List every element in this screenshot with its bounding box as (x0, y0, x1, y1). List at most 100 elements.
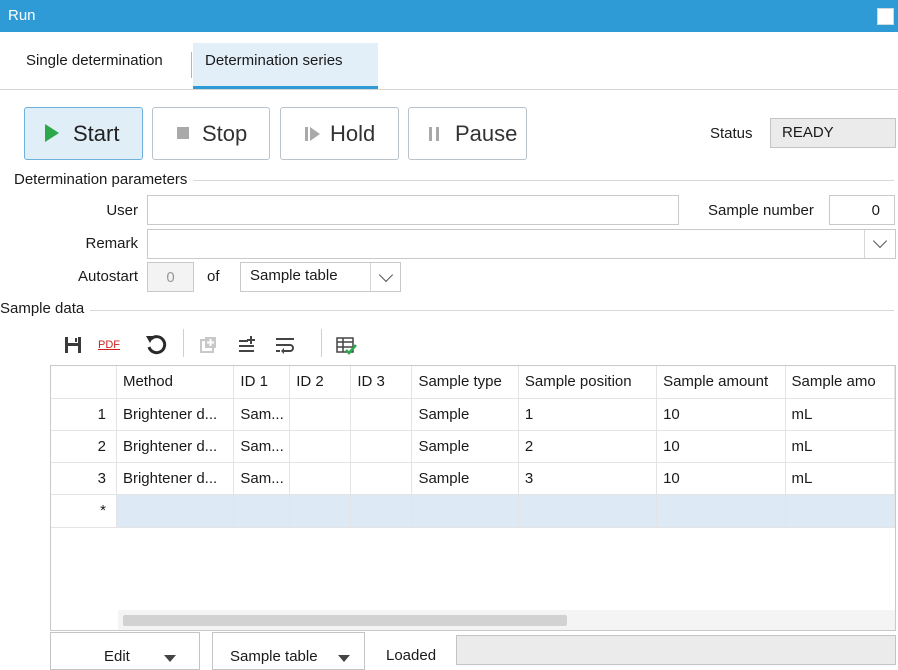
cell-method[interactable]: Brightener d... (116, 430, 235, 463)
hold-icon (305, 127, 323, 141)
cell-sample-amount-unit[interactable]: mL (785, 430, 895, 463)
cell-sample-amount-unit[interactable]: mL (785, 398, 895, 431)
stop-icon (177, 127, 189, 139)
cell-id2[interactable] (289, 462, 352, 495)
cell-id3[interactable] (350, 462, 413, 495)
cell-id3[interactable] (350, 494, 413, 528)
dropdown-divider (864, 230, 865, 258)
user-label: User (106, 202, 138, 219)
cell-id3[interactable] (350, 398, 413, 431)
cell-sample-position[interactable]: 1 (518, 398, 658, 431)
cell-id2[interactable] (289, 494, 352, 528)
new-row-marker: * (51, 494, 117, 528)
sample-table-grid[interactable]: Method ID 1 ID 2 ID 3 Sample type Sample… (50, 365, 896, 631)
cell-sample-amount[interactable]: 10 (656, 462, 786, 495)
loaded-field (456, 635, 896, 665)
cell-id2[interactable] (289, 398, 352, 431)
autostart-count-field[interactable]: 0 (147, 262, 194, 292)
column-header-id1[interactable]: ID 1 (233, 366, 291, 399)
scrollbar-thumb[interactable] (123, 615, 567, 626)
column-header-method[interactable]: Method (116, 366, 235, 399)
row-number: 1 (51, 398, 117, 431)
wrap-lines-icon[interactable] (272, 332, 298, 358)
cell-sample-type[interactable] (411, 494, 519, 528)
column-header-id2[interactable]: ID 2 (289, 366, 352, 399)
column-header-id3[interactable]: ID 3 (350, 366, 413, 399)
column-header-sample-amount[interactable]: Sample amount (656, 366, 786, 399)
pdf-export-icon[interactable]: PDF (98, 332, 132, 358)
cell-sample-amount-unit[interactable] (785, 494, 895, 528)
cell-id1[interactable]: Sam... (233, 462, 291, 495)
autostart-source-combobox[interactable]: Sample table (240, 262, 401, 292)
tab-determination-series[interactable]: Determination series (193, 43, 378, 89)
column-header[interactable] (51, 366, 117, 399)
cell-sample-position[interactable]: 2 (518, 430, 658, 463)
cell-sample-amount[interactable]: 10 (656, 398, 786, 431)
status-label: Status (710, 125, 753, 142)
column-header-sample-position[interactable]: Sample position (518, 366, 658, 399)
start-button[interactable]: Start (24, 107, 143, 160)
caret-down-icon (338, 655, 350, 662)
table-row[interactable]: 3 Brightener d... Sam... Sample 3 10 mL (51, 462, 895, 495)
sample-data-heading: Sample data (0, 300, 91, 317)
row-number: 3 (51, 462, 117, 495)
tab-divider (191, 52, 192, 78)
new-row[interactable]: * (51, 494, 895, 528)
hold-button[interactable]: Hold (280, 107, 399, 160)
cell-sample-amount[interactable]: 10 (656, 430, 786, 463)
cell-method[interactable] (116, 494, 235, 528)
autostart-source-value: Sample table (250, 267, 338, 284)
cell-id2[interactable] (289, 430, 352, 463)
insert-row-icon[interactable] (195, 332, 221, 358)
save-icon[interactable] (60, 332, 86, 358)
edit-menu-button[interactable]: Edit (50, 632, 200, 670)
tab-single-determination[interactable]: Single determination (14, 43, 194, 89)
section-divider (14, 310, 894, 311)
stop-label: Stop (202, 121, 248, 146)
start-label: Start (73, 121, 120, 146)
table-row[interactable]: 2 Brightener d... Sam... Sample 2 10 mL (51, 430, 895, 463)
user-field[interactable] (147, 195, 679, 225)
pause-button[interactable]: Pause (408, 107, 527, 160)
cell-sample-type[interactable]: Sample (411, 462, 519, 495)
tab-label: Single determination (26, 52, 163, 69)
caret-down-icon (164, 655, 176, 662)
column-header-sample-amount-unit[interactable]: Sample amo (785, 366, 895, 399)
cell-id3[interactable] (350, 430, 413, 463)
cell-method[interactable]: Brightener d... (116, 398, 235, 431)
sample-number-field[interactable]: 0 (829, 195, 895, 225)
cell-sample-type[interactable]: Sample (411, 430, 519, 463)
pause-label: Pause (455, 121, 518, 146)
cell-id1[interactable]: Sam... (233, 398, 291, 431)
remark-label: Remark (85, 235, 138, 252)
table-check-icon[interactable] (333, 332, 359, 358)
tab-label: Determination series (205, 52, 343, 69)
chevron-down-icon[interactable] (378, 267, 394, 283)
table-header-row: Method ID 1 ID 2 ID 3 Sample type Sample… (51, 366, 895, 399)
cell-method[interactable]: Brightener d... (116, 462, 235, 495)
autostart-count-value: 0 (166, 269, 175, 286)
toolbar-divider (183, 329, 184, 357)
cell-sample-position[interactable]: 3 (518, 462, 658, 495)
undo-icon[interactable] (143, 332, 169, 358)
cell-sample-position[interactable] (518, 494, 658, 528)
row-number: 2 (51, 430, 117, 463)
cell-id1[interactable] (233, 494, 291, 528)
hold-label: Hold (330, 121, 376, 146)
edit-label: Edit (104, 648, 130, 665)
of-label: of (207, 268, 220, 285)
maximize-button[interactable] (877, 8, 894, 25)
horizontal-scrollbar[interactable] (118, 610, 895, 630)
table-row[interactable]: 1 Brightener d... Sam... Sample 1 10 mL (51, 398, 895, 431)
cell-id1[interactable]: Sam... (233, 430, 291, 463)
column-header-sample-type[interactable]: Sample type (411, 366, 519, 399)
sample-table-menu-button[interactable]: Sample table (212, 632, 365, 670)
pdf-label: PDF (98, 339, 120, 351)
chevron-down-icon[interactable] (872, 233, 888, 249)
add-lines-icon[interactable] (234, 332, 260, 358)
stop-button[interactable]: Stop (152, 107, 270, 160)
remark-combobox[interactable] (147, 229, 896, 259)
cell-sample-amount[interactable] (656, 494, 786, 528)
cell-sample-amount-unit[interactable]: mL (785, 462, 895, 495)
cell-sample-type[interactable]: Sample (411, 398, 519, 431)
